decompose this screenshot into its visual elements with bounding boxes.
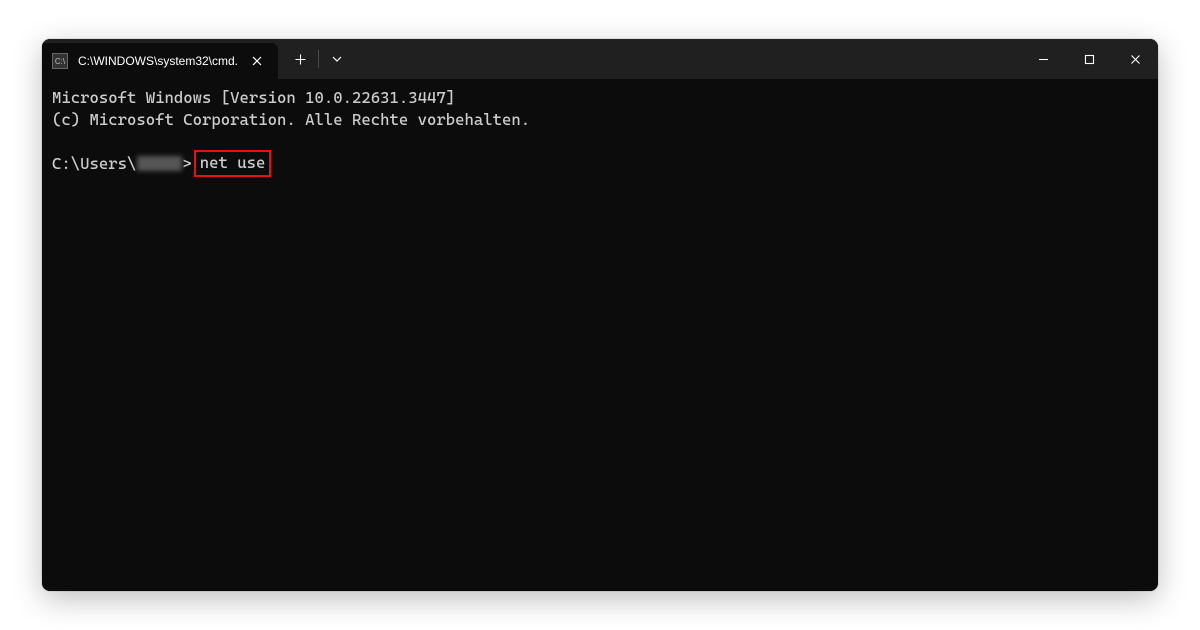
close-tab-button[interactable] (248, 52, 266, 70)
prompt-line: C:\Users\ > net use (52, 150, 1148, 177)
prompt-prefix: C:\Users\ (52, 153, 136, 175)
terminal-window: C:\ C:\WINDOWS\system32\cmd. (42, 39, 1158, 591)
cmd-icon: C:\ (52, 53, 68, 69)
highlighted-command: net use (194, 150, 272, 177)
command-text: net use (200, 153, 266, 172)
version-line: Microsoft Windows [Version 10.0.22631.34… (52, 87, 1148, 109)
active-tab[interactable]: C:\ C:\WINDOWS\system32\cmd. (42, 43, 278, 79)
new-tab-button[interactable] (282, 39, 318, 79)
maximize-button[interactable] (1066, 39, 1112, 79)
titlebar-drag-area[interactable] (355, 39, 1020, 79)
copyright-line: (c) Microsoft Corporation. Alle Rechte v… (52, 109, 1148, 131)
window-controls (1020, 39, 1158, 79)
tab-actions (282, 39, 355, 79)
terminal-body[interactable]: Microsoft Windows [Version 10.0.22631.34… (42, 79, 1158, 591)
tab-title: C:\WINDOWS\system32\cmd. (78, 54, 238, 68)
minimize-button[interactable] (1020, 39, 1066, 79)
tab-dropdown-button[interactable] (319, 39, 355, 79)
prompt-separator: > (182, 153, 191, 175)
titlebar: C:\ C:\WINDOWS\system32\cmd. (42, 39, 1158, 79)
close-window-button[interactable] (1112, 39, 1158, 79)
redacted-username (137, 156, 182, 171)
